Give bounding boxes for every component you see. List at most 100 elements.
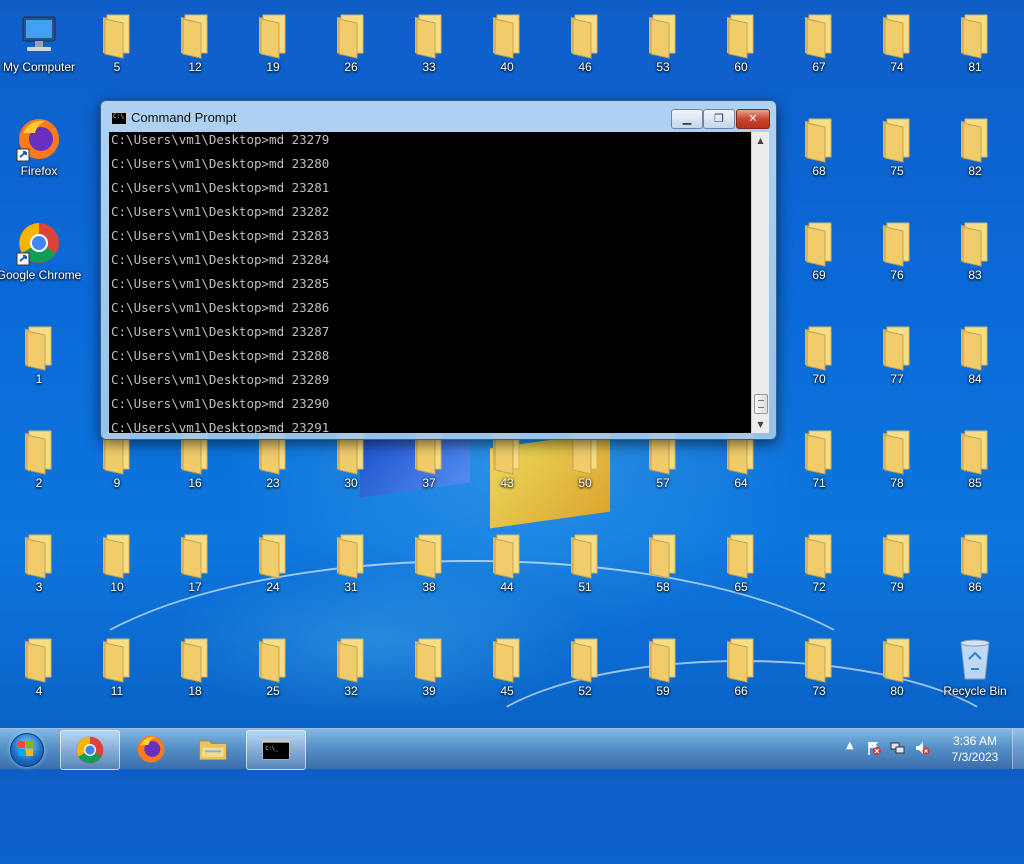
chrome-icon bbox=[16, 223, 59, 266]
folder-icon bbox=[493, 14, 520, 59]
folder-icon bbox=[337, 638, 364, 683]
folder-59[interactable]: 59 bbox=[627, 630, 699, 724]
folder-2[interactable]: 2 bbox=[3, 422, 75, 516]
folder-68[interactable]: 68 bbox=[783, 110, 855, 204]
folder-31[interactable]: 31 bbox=[315, 526, 387, 620]
folder-icon bbox=[571, 534, 598, 579]
folder-46[interactable]: 46 bbox=[549, 6, 621, 100]
network-icon[interactable] bbox=[890, 740, 906, 756]
folder-44[interactable]: 44 bbox=[471, 526, 543, 620]
taskbar-firefox[interactable] bbox=[122, 730, 180, 768]
folder-label: 37 bbox=[422, 476, 436, 490]
console-output[interactable]: C:\Users\vm1\Desktop>md 23279 C:\Users\v… bbox=[109, 132, 751, 433]
folder-12[interactable]: 12 bbox=[159, 6, 231, 100]
folder-45[interactable]: 45 bbox=[471, 630, 543, 724]
folder-60[interactable]: 60 bbox=[705, 6, 777, 100]
maximize-button[interactable]: ❐ bbox=[703, 109, 735, 129]
taskbar-command-prompt[interactable]: C:\_ bbox=[246, 730, 306, 770]
folder-18[interactable]: 18 bbox=[159, 630, 231, 724]
action-center-flag-icon[interactable] bbox=[866, 740, 882, 756]
minimize-button[interactable]: ▁ bbox=[671, 109, 703, 129]
folder-icon bbox=[883, 430, 910, 475]
folder-39[interactable]: 39 bbox=[393, 630, 465, 724]
folder-32[interactable]: 32 bbox=[315, 630, 387, 724]
command-prompt-window[interactable]: Command Prompt ▁ ❐ ✕ C:\Users\vm1\Deskto… bbox=[100, 100, 777, 440]
chrome-shortcut[interactable]: Google Chrome bbox=[0, 214, 81, 308]
folder-icon bbox=[181, 638, 208, 683]
folder-67[interactable]: 67 bbox=[783, 6, 855, 100]
window-title: Command Prompt bbox=[131, 110, 237, 125]
folder-80[interactable]: 80 bbox=[861, 630, 933, 724]
folder-icon bbox=[649, 14, 676, 59]
folder-72[interactable]: 72 bbox=[783, 526, 855, 620]
scroll-down-arrow-icon[interactable]: ▼ bbox=[752, 416, 769, 433]
firefox-shortcut[interactable]: Firefox bbox=[3, 110, 75, 204]
folder-label: 59 bbox=[656, 684, 670, 698]
my-computer-label: My Computer bbox=[2, 60, 76, 74]
folder-53[interactable]: 53 bbox=[627, 6, 699, 100]
folder-label: 86 bbox=[968, 580, 982, 594]
scroll-thumb[interactable] bbox=[754, 394, 768, 414]
folder-74[interactable]: 74 bbox=[861, 6, 933, 100]
folder-26[interactable]: 26 bbox=[315, 6, 387, 100]
folder-82[interactable]: 82 bbox=[939, 110, 1011, 204]
clock-date[interactable]: 7/3/2023 bbox=[940, 750, 1010, 764]
folder-icon bbox=[961, 326, 988, 371]
folder-40[interactable]: 40 bbox=[471, 6, 543, 100]
console-line: C:\Users\vm1\Desktop>md 23281 bbox=[111, 180, 330, 195]
folder-81[interactable]: 81 bbox=[939, 6, 1011, 100]
folder-86[interactable]: 86 bbox=[939, 526, 1011, 620]
folder-77[interactable]: 77 bbox=[861, 318, 933, 412]
scroll-up-arrow-icon[interactable]: ▲ bbox=[752, 132, 769, 149]
folder-label: 40 bbox=[500, 60, 514, 74]
folder-label: 39 bbox=[422, 684, 436, 698]
show-desktop-button[interactable] bbox=[1012, 729, 1024, 769]
taskbar-chrome[interactable] bbox=[60, 730, 120, 770]
folder-70[interactable]: 70 bbox=[783, 318, 855, 412]
folder-76[interactable]: 76 bbox=[861, 214, 933, 308]
folder-10[interactable]: 10 bbox=[81, 526, 153, 620]
folder-3[interactable]: 3 bbox=[3, 526, 75, 620]
folder-25[interactable]: 25 bbox=[237, 630, 309, 724]
folder-38[interactable]: 38 bbox=[393, 526, 465, 620]
recycle-bin[interactable]: Recycle Bin bbox=[939, 630, 1011, 724]
folder-79[interactable]: 79 bbox=[861, 526, 933, 620]
taskbar-file-explorer[interactable] bbox=[184, 730, 242, 768]
window-titlebar[interactable]: Command Prompt ▁ ❐ ✕ bbox=[101, 101, 776, 131]
computer-icon bbox=[22, 16, 56, 51]
show-hidden-icons-chevron-icon[interactable]: ▲ bbox=[846, 740, 862, 756]
folder-icon bbox=[805, 14, 832, 59]
folder-1[interactable]: 1 bbox=[3, 318, 75, 412]
folder-5[interactable]: 5 bbox=[81, 6, 153, 100]
folder-label: 69 bbox=[812, 268, 826, 282]
folder-17[interactable]: 17 bbox=[159, 526, 231, 620]
folder-4[interactable]: 4 bbox=[3, 630, 75, 724]
folder-65[interactable]: 65 bbox=[705, 526, 777, 620]
folder-19[interactable]: 19 bbox=[237, 6, 309, 100]
folder-66[interactable]: 66 bbox=[705, 630, 777, 724]
folder-75[interactable]: 75 bbox=[861, 110, 933, 204]
folder-78[interactable]: 78 bbox=[861, 422, 933, 516]
folder-85[interactable]: 85 bbox=[939, 422, 1011, 516]
folder-73[interactable]: 73 bbox=[783, 630, 855, 724]
folder-icon bbox=[805, 118, 832, 163]
start-button[interactable] bbox=[4, 730, 48, 768]
folder-69[interactable]: 69 bbox=[783, 214, 855, 308]
folder-52[interactable]: 52 bbox=[549, 630, 621, 724]
folder-label: 38 bbox=[422, 580, 436, 594]
folder-84[interactable]: 84 bbox=[939, 318, 1011, 412]
console-line: C:\Users\vm1\Desktop>md 23282 bbox=[111, 204, 330, 219]
folder-51[interactable]: 51 bbox=[549, 526, 621, 620]
vertical-scrollbar[interactable]: ▲ ▼ bbox=[751, 132, 769, 433]
folder-58[interactable]: 58 bbox=[627, 526, 699, 620]
folder-83[interactable]: 83 bbox=[939, 214, 1011, 308]
clock-time[interactable]: 3:36 AM bbox=[940, 734, 1010, 748]
folder-71[interactable]: 71 bbox=[783, 422, 855, 516]
close-button[interactable]: ✕ bbox=[736, 109, 770, 129]
folder-11[interactable]: 11 bbox=[81, 630, 153, 724]
my-computer-shortcut[interactable]: My Computer bbox=[3, 6, 75, 100]
folder-icon bbox=[25, 638, 52, 683]
folder-33[interactable]: 33 bbox=[393, 6, 465, 100]
folder-24[interactable]: 24 bbox=[237, 526, 309, 620]
volume-muted-icon[interactable] bbox=[914, 740, 930, 756]
